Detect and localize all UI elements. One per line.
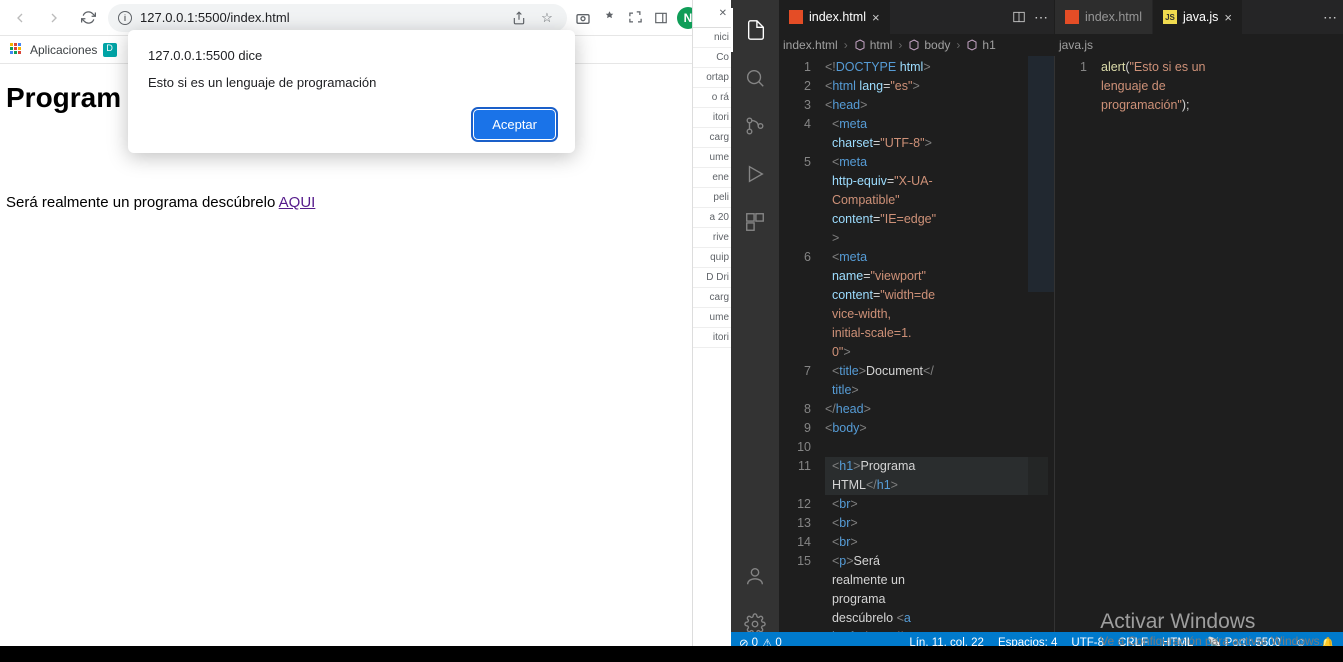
download-item[interactable]: Co [693, 48, 731, 68]
tab-java-js[interactable]: JS java.js × [1153, 0, 1243, 34]
download-item[interactable]: carg [693, 128, 731, 148]
source-control-icon[interactable] [731, 104, 779, 148]
back-button[interactable] [6, 4, 34, 32]
breadcrumb-row: index.html›html›body›h1 java.js [779, 34, 1343, 56]
url-text: 127.0.0.1:5500/index.html [140, 10, 290, 25]
address-bar[interactable]: i 127.0.0.1:5500/index.html ☆ [108, 4, 567, 32]
share-icon[interactable] [509, 8, 529, 28]
download-item[interactable]: a 20 [693, 208, 731, 228]
download-item[interactable]: ume [693, 148, 731, 168]
code-area-left[interactable]: <!DOCTYPE html><html lang="es"><head> <m… [823, 56, 1054, 646]
downloads-panel-partial: ✕ niciCoortapo ráitoricargumeenepelia 20… [692, 0, 731, 646]
vscode-window: index.html × ⋯ index.html JS java.js × ⋯ in… [731, 0, 1343, 646]
bookmark-star-icon[interactable]: ☆ [537, 8, 557, 28]
download-item[interactable]: peli [693, 188, 731, 208]
apps-grid-icon[interactable] [10, 43, 24, 57]
tab-label: index.html [809, 10, 866, 24]
alert-title: 127.0.0.1:5500 dice [148, 48, 555, 63]
line-gutter: 1 [1055, 56, 1099, 646]
tab-label: index.html [1085, 10, 1142, 24]
extensions-icon[interactable] [731, 200, 779, 244]
bookmark-apps[interactable]: Aplicaciones [30, 43, 97, 57]
download-item[interactable]: ene [693, 168, 731, 188]
download-item[interactable]: ortap [693, 68, 731, 88]
html-file-icon [1065, 10, 1079, 24]
more-actions-icon[interactable]: ⋯ [1034, 9, 1048, 26]
breadcrumb-left[interactable]: index.html›html›body›h1 [779, 34, 1055, 56]
download-item[interactable]: ume [693, 308, 731, 328]
windows-taskbar[interactable] [0, 646, 1343, 662]
reload-button[interactable] [74, 4, 102, 32]
html-file-icon [789, 10, 803, 24]
tab-label: java.js [1183, 10, 1218, 24]
site-info-icon[interactable]: i [118, 11, 132, 25]
code-area-right[interactable]: alert("Esto si es un lenguaje de program… [1099, 56, 1343, 646]
tab-row: index.html × ⋯ index.html JS java.js × ⋯ [779, 0, 1343, 34]
tab-index-html-right[interactable]: index.html [1055, 0, 1153, 34]
close-icon[interactable]: × [872, 10, 880, 25]
download-item[interactable]: nici [693, 28, 731, 48]
page-paragraph: Será realmente un programa descúbrelo AQ… [6, 194, 725, 211]
downloads-close-icon[interactable]: ✕ [693, 0, 731, 28]
paragraph-prefix: Será realmente un programa descúbrelo [6, 194, 279, 211]
run-debug-icon[interactable] [731, 152, 779, 196]
editor-right[interactable]: 1 alert("Esto si es un lenguaje de progr… [1055, 56, 1343, 646]
search-icon[interactable] [731, 56, 779, 100]
editors-body: 123456789101112131415 <!DOCTYPE html><ht… [779, 56, 1343, 646]
extension-icon[interactable] [599, 8, 619, 28]
minimap[interactable] [1028, 56, 1054, 646]
puzzle-icon[interactable] [625, 8, 645, 28]
bookmark-doc-icon[interactable] [103, 43, 117, 57]
tab-index-html-left[interactable]: index.html × [779, 0, 891, 34]
download-item[interactable]: carg [693, 288, 731, 308]
download-item[interactable]: o rá [693, 88, 731, 108]
accounts-icon[interactable] [731, 554, 779, 598]
download-item[interactable]: itori [693, 328, 731, 348]
download-item[interactable]: D Dri [693, 268, 731, 288]
panel-icon[interactable] [651, 8, 671, 28]
download-item[interactable]: itori [693, 108, 731, 128]
aqui-link[interactable]: AQUI [279, 194, 316, 211]
chrome-window: i 127.0.0.1:5500/index.html ☆ N ⋮ Aplica… [0, 0, 731, 646]
explorer-icon[interactable] [731, 8, 779, 52]
editor-groups: index.html × ⋯ index.html JS java.js × ⋯ in… [779, 0, 1343, 646]
camera-icon[interactable] [573, 8, 593, 28]
close-icon[interactable]: × [1224, 10, 1232, 25]
split-editor-icon[interactable] [1012, 10, 1026, 24]
js-alert-dialog: 127.0.0.1:5500 dice Esto si es un lengua… [128, 30, 575, 153]
js-file-icon: JS [1163, 10, 1177, 24]
line-gutter: 123456789101112131415 [779, 56, 823, 646]
more-actions-icon[interactable]: ⋯ [1323, 9, 1337, 26]
editor-left[interactable]: 123456789101112131415 <!DOCTYPE html><ht… [779, 56, 1055, 646]
breadcrumb-right[interactable]: java.js [1055, 34, 1343, 56]
download-item[interactable]: quip [693, 248, 731, 268]
download-item[interactable]: rive [693, 228, 731, 248]
alert-accept-button[interactable]: Aceptar [474, 110, 555, 139]
alert-message: Esto si es un lenguaje de programación [148, 75, 555, 90]
activity-bar [731, 0, 779, 646]
forward-button[interactable] [40, 4, 68, 32]
